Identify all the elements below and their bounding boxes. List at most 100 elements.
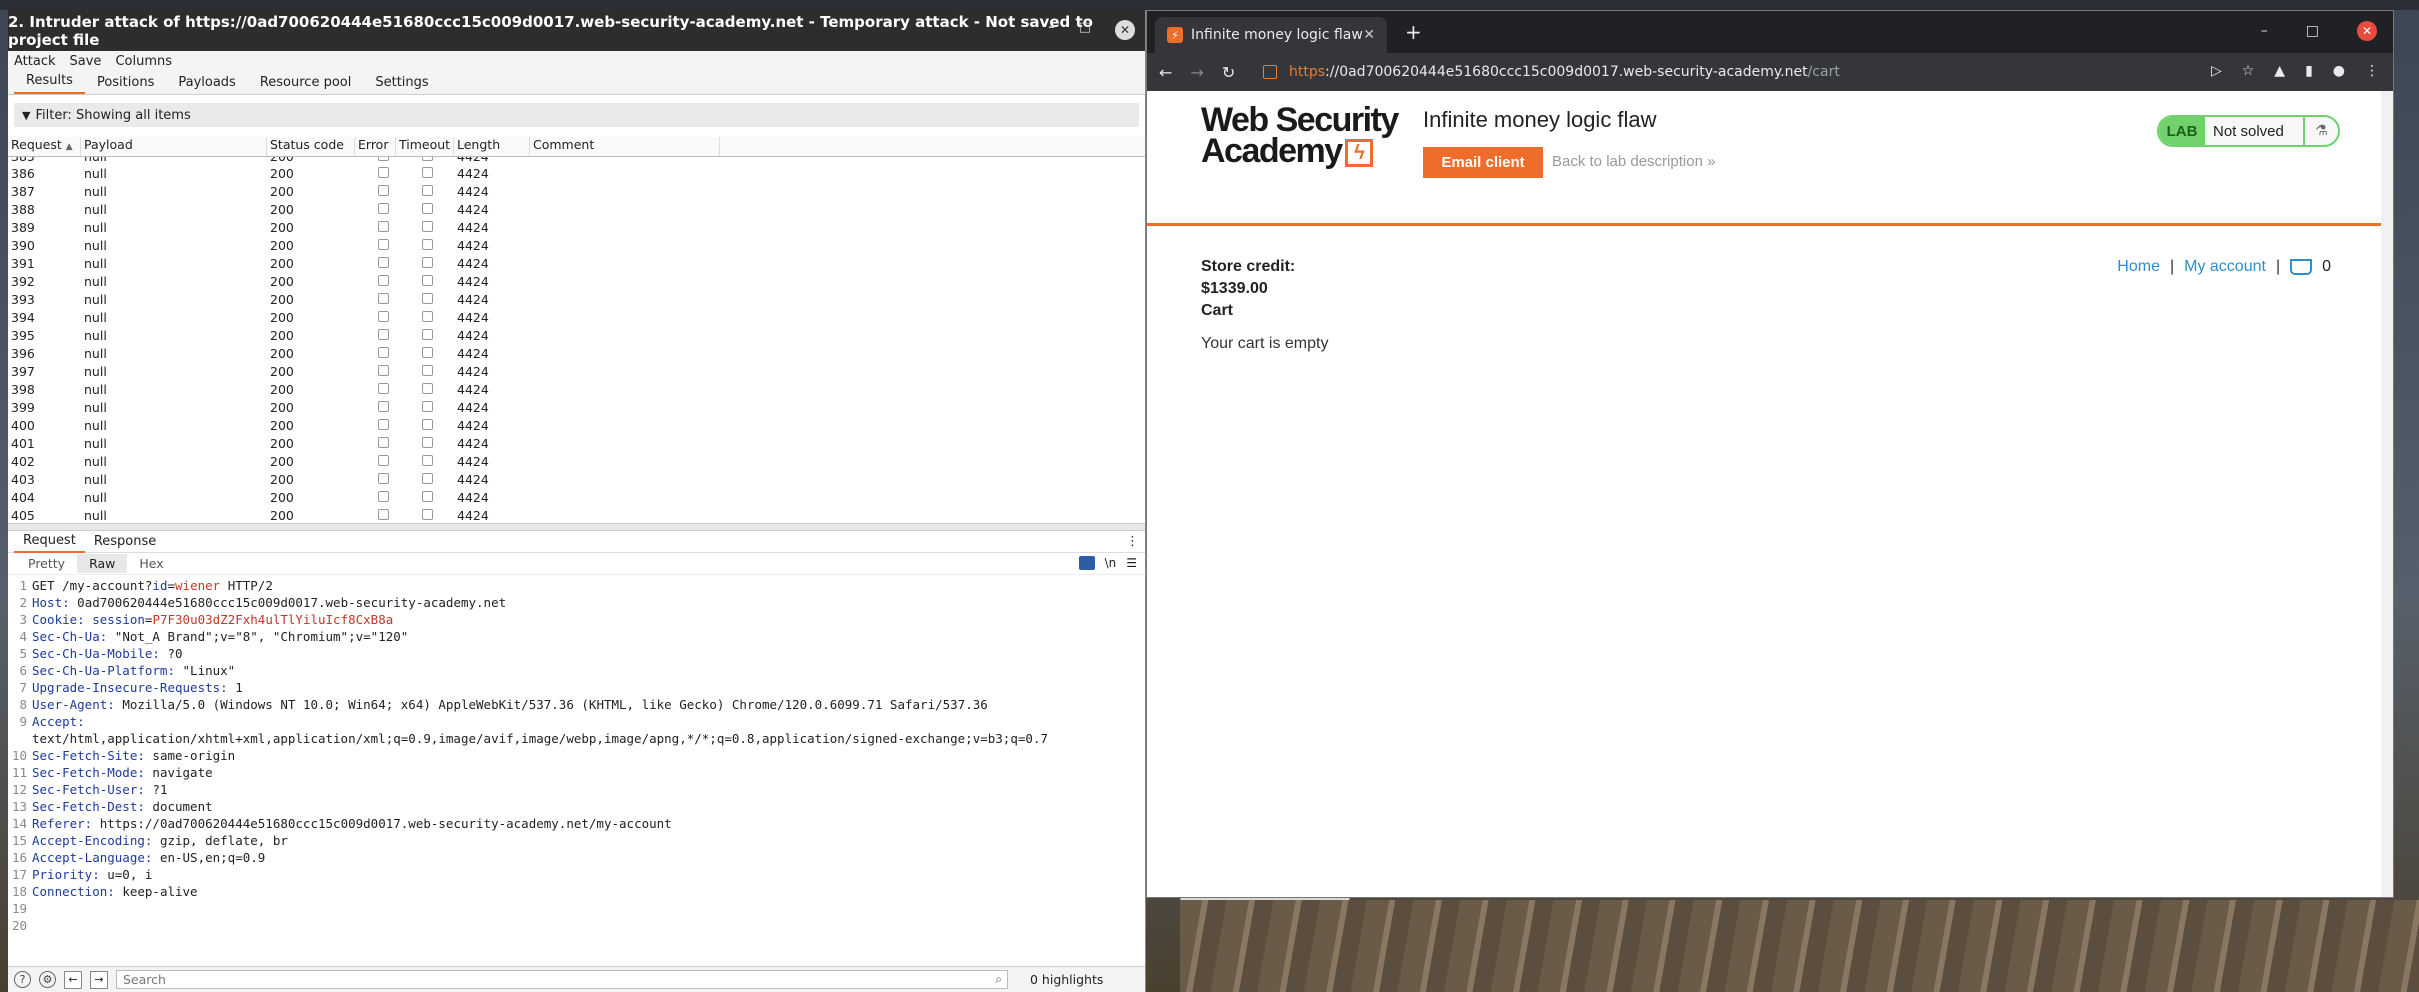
table-row[interactable]: 393 null 200 4424 bbox=[8, 290, 1145, 308]
format-icon[interactable] bbox=[1078, 556, 1095, 570]
column-payload[interactable]: Payload bbox=[81, 137, 267, 156]
tab-response[interactable]: Response bbox=[85, 531, 165, 552]
new-tab-icon[interactable]: + bbox=[1405, 20, 1422, 44]
minimize-icon[interactable]: – bbox=[2261, 23, 2268, 39]
table-row[interactable]: 389 null 200 4424 bbox=[8, 218, 1145, 236]
menu-save[interactable]: Save bbox=[70, 54, 102, 69]
cell-error bbox=[355, 400, 396, 415]
tab-close-icon[interactable]: ✕ bbox=[1363, 27, 1375, 43]
request-editor[interactable]: 1 GET /my-account?id=wiener HTTP/2 2 Host: … bbox=[8, 575, 1145, 934]
home-link[interactable]: Home bbox=[2117, 258, 2160, 276]
table-row[interactable]: 401 null 200 4424 bbox=[8, 434, 1145, 452]
pane-divider[interactable] bbox=[8, 523, 1145, 531]
tab-results[interactable]: Results bbox=[14, 70, 85, 94]
column-comment[interactable]: Comment bbox=[530, 137, 720, 156]
cell-request: 397 bbox=[11, 363, 35, 379]
table-row[interactable]: 400 null 200 4424 bbox=[8, 416, 1145, 434]
table-row[interactable]: 388 null 200 4424 bbox=[8, 200, 1145, 218]
tab-pretty[interactable]: Pretty bbox=[16, 554, 77, 573]
cell-status: 200 bbox=[270, 453, 294, 469]
close-icon[interactable]: ✕ bbox=[2357, 21, 2377, 41]
error-checkbox bbox=[378, 328, 389, 340]
more-options-icon[interactable]: ⋮ bbox=[1126, 534, 1139, 549]
cell-request: 390 bbox=[11, 237, 35, 253]
forward-icon[interactable]: → bbox=[1190, 63, 1203, 82]
table-row[interactable]: 391 null 200 4424 bbox=[8, 254, 1145, 272]
maximize-icon[interactable]: □ bbox=[1079, 20, 1091, 40]
table-row[interactable]: 395 null 200 4424 bbox=[8, 326, 1145, 344]
profile-icon[interactable]: ● bbox=[2333, 63, 2345, 79]
menu-attack[interactable]: Attack bbox=[14, 54, 56, 69]
table-row[interactable]: 398 null 200 4424 bbox=[8, 380, 1145, 398]
search-icon[interactable]: ⌕ bbox=[995, 972, 1002, 987]
email-client-button[interactable]: Email client bbox=[1423, 147, 1543, 178]
burp-title-bar: 2. Intruder attack of https://0ad7006204… bbox=[8, 10, 1145, 51]
minimize-icon[interactable]: – bbox=[1048, 20, 1055, 40]
maximize-icon[interactable]: □ bbox=[2306, 23, 2319, 39]
table-row[interactable]: 402 null 200 4424 bbox=[8, 452, 1145, 470]
column-timeout[interactable]: Timeout bbox=[396, 137, 454, 156]
previous-arrow-icon[interactable]: ← bbox=[64, 970, 82, 989]
site-info-icon[interactable] bbox=[1263, 65, 1277, 79]
table-row[interactable]: 392 null 200 4424 bbox=[8, 272, 1145, 290]
table-row[interactable]: 404 null 200 4424 bbox=[8, 488, 1145, 506]
tab-request[interactable]: Request bbox=[14, 530, 85, 553]
timeout-checkbox bbox=[422, 418, 433, 430]
reload-icon[interactable]: ↻ bbox=[1222, 63, 1235, 82]
back-to-lab-link[interactable]: Back to lab description » bbox=[1552, 153, 1715, 170]
send-icon[interactable]: ▷ bbox=[2211, 63, 2222, 79]
page-scrollbar[interactable] bbox=[2381, 91, 2393, 897]
tab-payloads[interactable]: Payloads bbox=[166, 72, 247, 94]
tab-resource-pool[interactable]: Resource pool bbox=[248, 72, 364, 94]
filter-bar[interactable]: ▼ Filter: Showing all items bbox=[14, 103, 1139, 127]
menu-columns[interactable]: Columns bbox=[115, 54, 172, 69]
cell-length: 4424 bbox=[457, 435, 489, 451]
table-row[interactable]: 390 null 200 4424 bbox=[8, 236, 1145, 254]
back-icon[interactable]: ← bbox=[1159, 63, 1172, 82]
my-account-link[interactable]: My account bbox=[2184, 258, 2266, 276]
code-line: 11 Sec-Fetch-Mode: navigate bbox=[8, 764, 1145, 781]
tab-hex[interactable]: Hex bbox=[127, 554, 175, 573]
table-row[interactable]: 396 null 200 4424 bbox=[8, 344, 1145, 362]
cell-request: 393 bbox=[11, 291, 35, 307]
cell-timeout bbox=[396, 220, 454, 235]
table-row[interactable]: 403 null 200 4424 bbox=[8, 470, 1145, 488]
line-number: 1 bbox=[19, 578, 27, 593]
code-text: User-Agent: Mozilla/5.0 (Windows NT 10.0… bbox=[32, 696, 988, 713]
help-icon[interactable]: ? bbox=[14, 971, 31, 988]
newline-toggle[interactable]: \n bbox=[1105, 556, 1117, 570]
next-arrow-icon[interactable]: → bbox=[90, 970, 108, 989]
error-checkbox bbox=[378, 364, 389, 376]
cart-basket-icon[interactable] bbox=[2290, 259, 2313, 275]
extension-icon[interactable]: ▲ bbox=[2274, 63, 2285, 79]
table-row[interactable]: 399 null 200 4424 bbox=[8, 398, 1145, 416]
column-length[interactable]: Length bbox=[454, 137, 530, 156]
table-row[interactable]: 397 null 200 4424 bbox=[8, 362, 1145, 380]
table-row[interactable]: 387 null 200 4424 bbox=[8, 182, 1145, 200]
column-request[interactable]: Request ▲ bbox=[8, 137, 81, 156]
column-error[interactable]: Error bbox=[355, 137, 396, 156]
store-credit-label: Store credit: bbox=[1201, 258, 1296, 275]
tab-raw[interactable]: Raw bbox=[77, 554, 128, 573]
code-line: 14 Referer: https://0ad700620444e51680ccc… bbox=[8, 815, 1145, 832]
column-status-code[interactable]: Status code bbox=[267, 137, 355, 156]
bookmark-star-icon[interactable]: ☆ bbox=[2242, 63, 2255, 79]
table-row[interactable]: 405 null 200 4424 bbox=[8, 506, 1145, 523]
close-icon[interactable]: ✕ bbox=[1115, 20, 1135, 40]
code-token: Sec-Ch-Ua-Mobile: bbox=[32, 646, 160, 661]
menu-icon[interactable]: ☰ bbox=[1126, 556, 1137, 570]
table-row[interactable]: 385null200 4424 bbox=[8, 157, 1145, 164]
search-input[interactable]: Search ⌕ bbox=[116, 970, 1008, 989]
side-panel-icon[interactable]: ▮ bbox=[2305, 63, 2313, 79]
kebab-menu-icon[interactable]: ⋮ bbox=[2365, 63, 2379, 79]
tab-settings[interactable]: Settings bbox=[363, 72, 440, 94]
cell-request: 403 bbox=[11, 471, 35, 487]
browser-tab[interactable]: ⚡ Infinite money logic flaw ✕ bbox=[1155, 17, 1387, 53]
web-security-academy-logo[interactable]: Web Security Academy ϟ bbox=[1201, 103, 1399, 168]
table-row[interactable]: 394 null 200 4424 bbox=[8, 308, 1145, 326]
code-text: GET /my-account?id=wiener HTTP/2 bbox=[32, 577, 273, 594]
settings-gear-icon[interactable]: ⚙ bbox=[39, 971, 56, 988]
tab-positions[interactable]: Positions bbox=[85, 72, 166, 94]
table-row[interactable]: 386 null 200 4424 bbox=[8, 164, 1145, 182]
address-bar[interactable]: https://0ad700620444e51680ccc15c009d0017… bbox=[1263, 58, 2363, 86]
